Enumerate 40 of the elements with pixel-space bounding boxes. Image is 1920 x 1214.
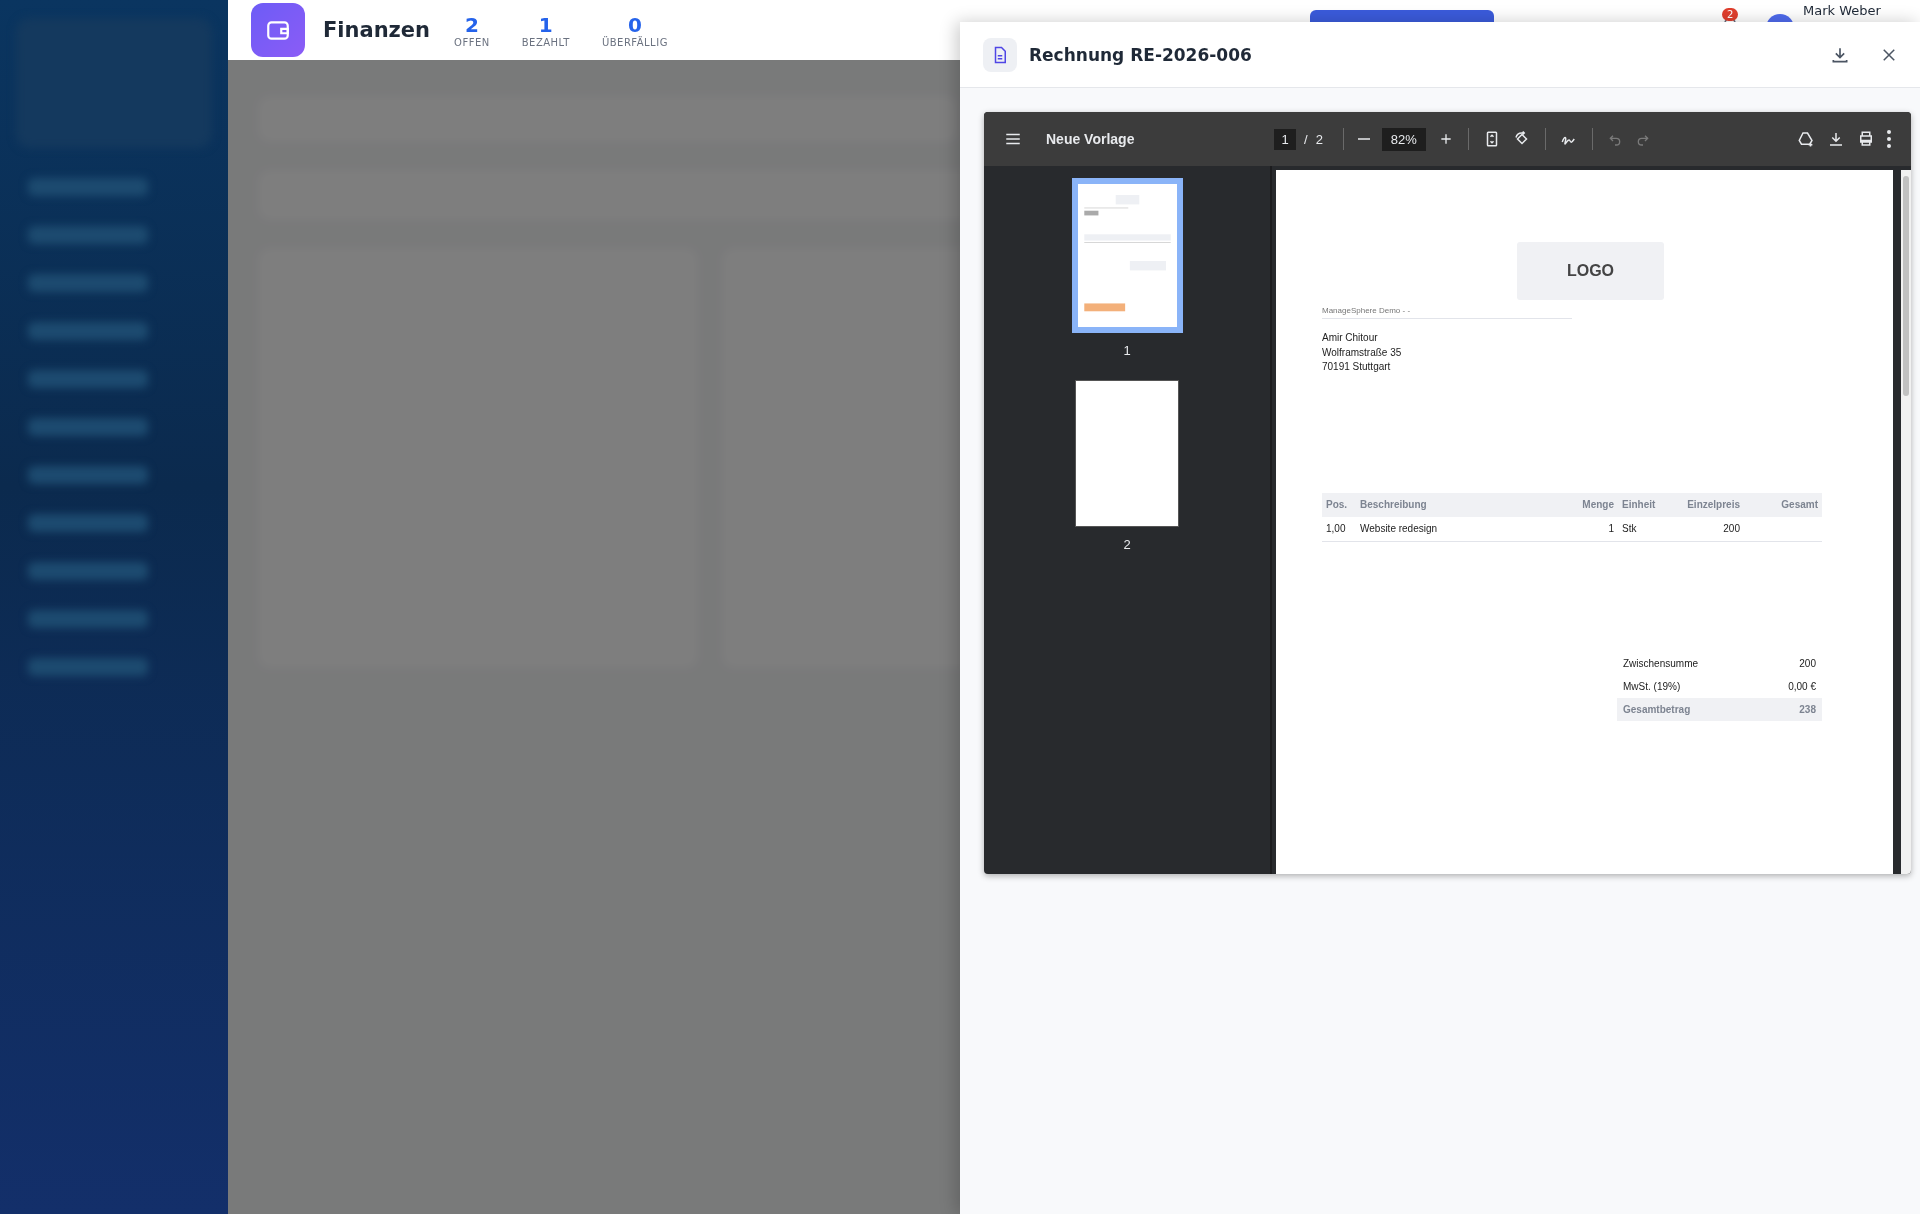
total-value: 200	[1799, 657, 1816, 669]
notification-badge: 2	[1722, 8, 1739, 21]
download-icon	[1827, 130, 1845, 148]
page-separator: /	[1304, 131, 1308, 147]
scrollbar[interactable]	[1901, 170, 1911, 874]
total-label: Zwischensumme	[1623, 657, 1699, 669]
logo-box: LOGO	[1517, 242, 1664, 300]
drawer-title: Rechnung RE-2026-006	[1029, 44, 1253, 65]
stat-value: 2	[464, 12, 479, 37]
table-cell-text: 1	[1607, 523, 1615, 534]
wallet-icon	[251, 3, 305, 57]
document-icon	[983, 37, 1017, 72]
zoom-field[interactable]: 82%	[1381, 127, 1426, 151]
table-cell-text: 200	[1722, 523, 1741, 534]
more-icon	[1887, 130, 1891, 148]
stat-value: 0	[627, 12, 642, 37]
total-value: 0,00 €	[1788, 680, 1816, 692]
drive-add-icon	[1797, 130, 1815, 148]
table-cell-text: Website redesign	[1359, 523, 1439, 534]
minus-icon	[1357, 138, 1370, 140]
table-header: Pos. Beschreibung Menge Einheit Einzelpreis Gesamt	[1322, 492, 1822, 517]
page-number-field[interactable]: 1	[1274, 128, 1296, 150]
sender-line: ManageSphere Demo - -	[1322, 303, 1572, 319]
address-line: Amir Chitour	[1322, 331, 1379, 345]
stat-value: 1	[538, 12, 553, 37]
total-value: 238	[1799, 703, 1816, 715]
total-label: Gesamtbetrag	[1623, 703, 1691, 715]
user-name: Mark Weber	[1803, 3, 1881, 19]
page-count: 2	[1315, 131, 1323, 147]
stat-label: BEZAHLT	[521, 36, 570, 48]
table-cell-text: 1,00	[1325, 523, 1347, 534]
print-icon	[1857, 130, 1875, 148]
stat-label: OFFEN	[454, 36, 490, 48]
address-line: Wolframstraße 35	[1322, 345, 1403, 360]
table-cell-text: Stk	[1621, 523, 1638, 534]
document-title: Neue Vorlage	[1046, 131, 1136, 147]
page-title: Finanzen	[323, 18, 431, 42]
address-line: 70191 Stuttgart	[1322, 360, 1392, 374]
total-label: MwSt. (19%)	[1623, 680, 1681, 692]
stat-label: ÜBERFÄLLIG	[601, 36, 668, 48]
